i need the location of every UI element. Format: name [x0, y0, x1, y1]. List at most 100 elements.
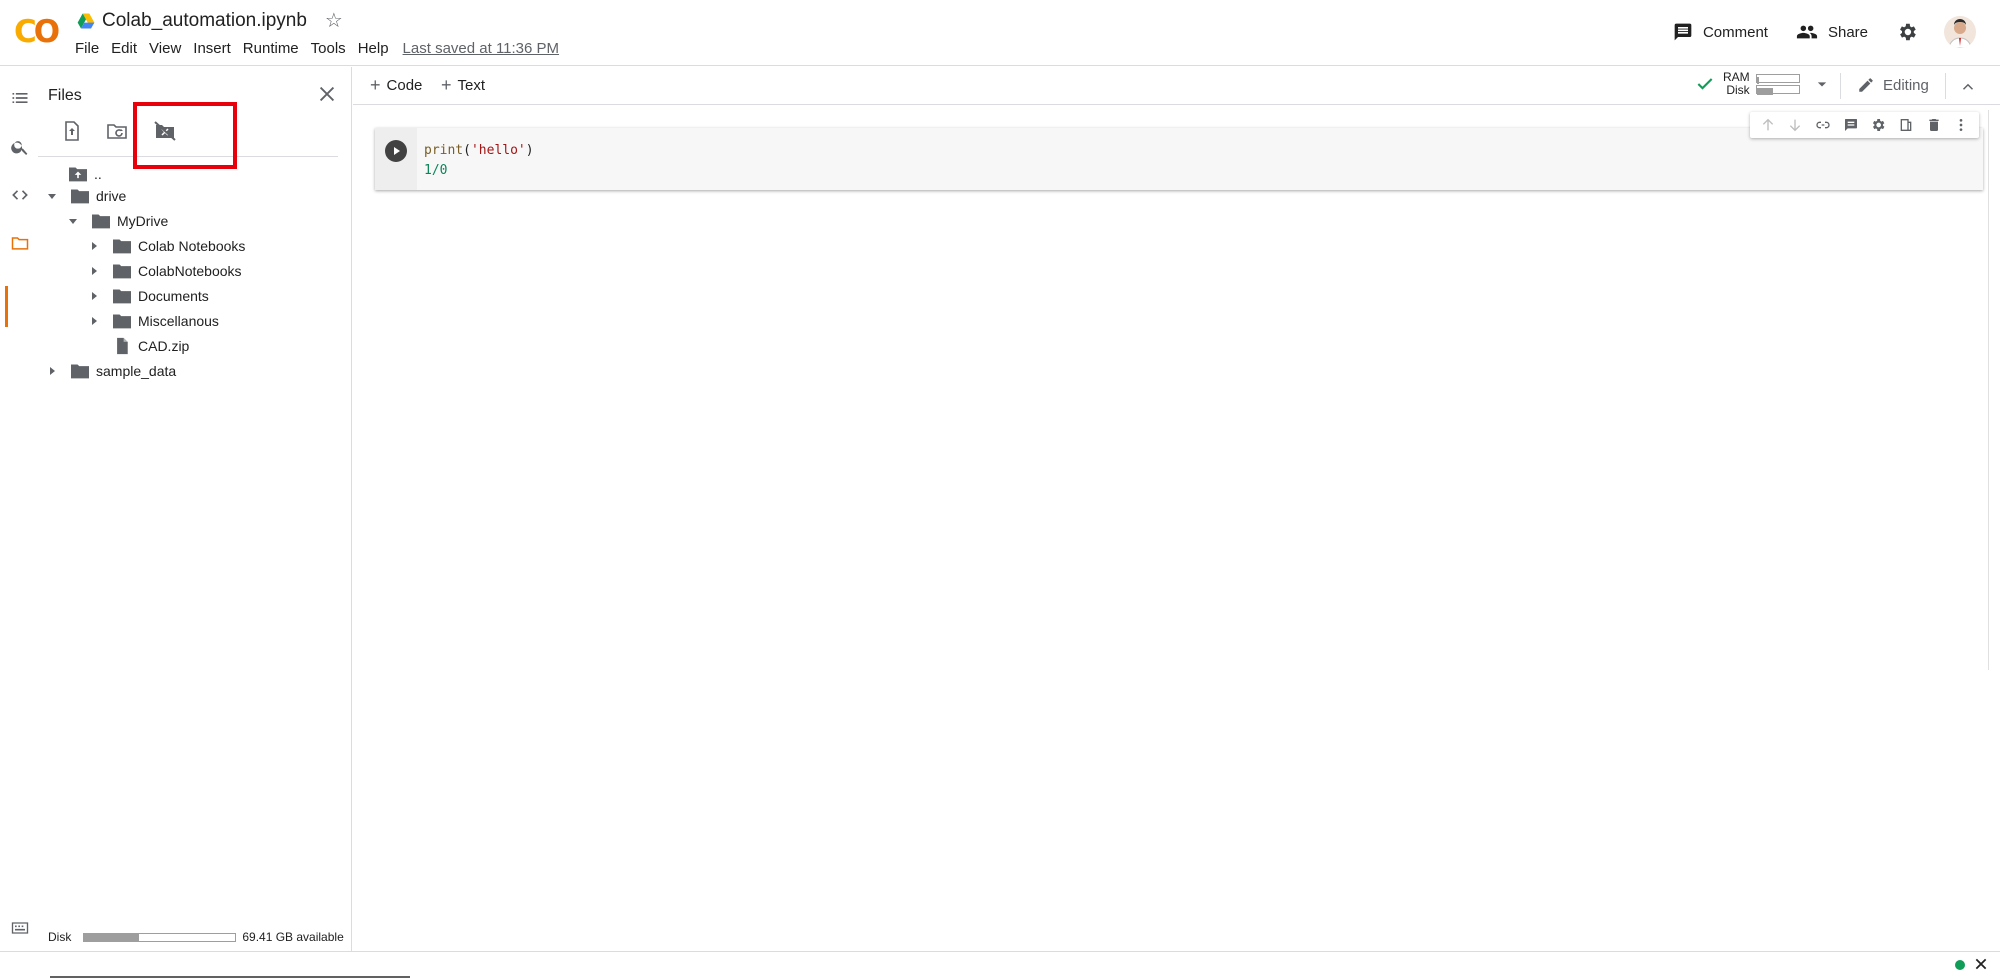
menu-tools[interactable]: Tools — [311, 40, 346, 57]
files-panel-title: Files — [48, 87, 82, 104]
tree-item-label: .. — [94, 166, 102, 182]
chevron-right-icon[interactable] — [46, 365, 58, 377]
code-line-2: 1/0 — [424, 163, 448, 178]
share-label: Share — [1827, 23, 1868, 41]
menu-runtime[interactable]: Runtime — [243, 40, 299, 57]
toolbar-divider — [1945, 73, 1946, 99]
code-snippets-icon[interactable] — [10, 185, 30, 205]
tree-item-label: drive — [96, 188, 127, 204]
ram-fill — [1756, 77, 1760, 84]
folder-icon — [92, 214, 110, 229]
tree-item-label: sample_data — [96, 363, 177, 379]
dropdown-arrow-icon[interactable] — [1812, 74, 1832, 94]
disk-label: Disk — [1726, 83, 1750, 97]
active-rail-indicator — [5, 286, 8, 327]
tree-item-drive[interactable]: drive — [46, 185, 126, 207]
tree-item-colabnotebooks[interactable]: ColabNotebooks — [88, 260, 242, 282]
disk-fill — [1756, 88, 1773, 95]
disk-usage: Disk 69.41 GB available — [48, 930, 344, 944]
comment-icon — [1674, 23, 1692, 41]
resource-labels: RAM Disk — [1723, 71, 1750, 97]
highlight-box — [133, 102, 237, 169]
more-vert-icon[interactable] — [1953, 117, 1969, 133]
disk-label: Disk — [48, 930, 72, 944]
tree-item-label: CAD.zip — [138, 338, 190, 354]
add-code-label: Code — [386, 77, 423, 94]
upload-file-icon[interactable] — [60, 119, 84, 143]
tree-item-label: Miscellanous — [138, 313, 219, 329]
editing-mode-button[interactable]: Editing — [1857, 76, 1929, 94]
resources-indicator[interactable]: RAM Disk — [1695, 71, 1832, 97]
plus-icon: + — [441, 75, 452, 95]
delete-icon[interactable] — [1926, 117, 1942, 133]
disk-bar — [1755, 85, 1800, 95]
chevron-right-icon[interactable] — [88, 265, 100, 277]
google-drive-icon[interactable] — [76, 11, 96, 31]
header-actions: Comment Share — [1673, 14, 2000, 50]
close-panel-icon[interactable] — [316, 83, 338, 105]
tree-item-documents[interactable]: Documents — [88, 285, 209, 307]
comment-button[interactable]: Comment — [1673, 22, 1768, 42]
code-token-function: print — [424, 143, 464, 158]
folder-icon — [113, 264, 131, 279]
comment-icon[interactable] — [1843, 117, 1859, 133]
search-icon[interactable] — [10, 137, 30, 157]
tree-item-label: Documents — [138, 288, 209, 304]
chevron-up-icon[interactable] — [1959, 78, 1977, 96]
share-button[interactable]: Share — [1796, 21, 1868, 43]
disk-usage-bar — [83, 932, 237, 942]
tree-item-mydrive[interactable]: MyDrive — [67, 210, 168, 232]
move-down-icon[interactable] — [1787, 117, 1803, 133]
refresh-folder-icon[interactable] — [105, 119, 129, 143]
code-editor[interactable]: print('hello') 1/0 — [424, 141, 534, 181]
notebook-toolbar: + Code + Text RAM Disk Editing — [353, 67, 2000, 105]
settings-gear-icon[interactable] — [1896, 21, 1918, 43]
tree-item-cad-zip[interactable]: CAD.zip — [112, 335, 189, 357]
folder-icon — [113, 314, 131, 329]
code-cell[interactable]: print('hello') 1/0 — [375, 128, 1983, 190]
plus-icon: + — [370, 75, 381, 95]
code-token-string: 'hello' — [470, 143, 526, 158]
run-cell-button[interactable] — [385, 140, 407, 162]
menu-help[interactable]: Help — [358, 40, 389, 57]
tree-item-parent[interactable]: .. — [68, 163, 102, 185]
status-bar — [0, 951, 2000, 978]
chevron-right-icon[interactable] — [88, 240, 100, 252]
tree-item-miscellanous[interactable]: Miscellanous — [88, 310, 219, 332]
settings-gear-icon[interactable] — [1870, 117, 1886, 133]
toolbar-divider — [1840, 73, 1841, 99]
user-avatar[interactable] — [1944, 16, 1976, 48]
code-token-paren: ) — [525, 143, 534, 158]
move-up-icon[interactable] — [1760, 117, 1776, 133]
menu-edit[interactable]: Edit — [111, 40, 137, 57]
last-saved-link[interactable]: Last saved at 11:36 PM — [403, 40, 559, 57]
notebook-title[interactable]: Colab_automation.ipynb — [102, 10, 307, 32]
star-icon[interactable]: ☆ — [325, 8, 343, 33]
table-of-contents-icon[interactable] — [10, 88, 30, 108]
tree-item-sample-data[interactable]: sample_data — [46, 360, 176, 382]
link-icon[interactable] — [1815, 117, 1831, 133]
mirror-cell-icon[interactable] — [1898, 117, 1914, 133]
chevron-right-icon[interactable] — [88, 315, 100, 327]
colab-logo[interactable]: CO — [14, 14, 60, 50]
add-text-button[interactable]: + Text — [441, 75, 485, 96]
menu-insert[interactable]: Insert — [193, 40, 231, 57]
cell-gutter — [375, 128, 417, 190]
chevron-down-icon[interactable] — [46, 190, 58, 202]
chevron-right-icon[interactable] — [88, 290, 100, 302]
menu-file[interactable]: File — [75, 40, 99, 57]
menu-view[interactable]: View — [149, 40, 181, 57]
notebook-scrollbar[interactable] — [1988, 110, 2000, 670]
add-text-label: Text — [457, 77, 486, 94]
close-icon[interactable] — [1974, 957, 1988, 971]
files-folder-icon[interactable] — [10, 233, 30, 253]
menu-bar: File Edit View Insert Runtime Tools Help… — [75, 40, 559, 57]
comment-label: Comment — [1702, 23, 1768, 41]
chevron-down-icon[interactable] — [67, 215, 79, 227]
connection-status-icon[interactable] — [1955, 960, 1965, 970]
tree-item-colab-notebooks[interactable]: Colab Notebooks — [88, 235, 245, 257]
files-panel: Files .. drive MyDrive Colab Notebooks C… — [38, 67, 352, 951]
ram-bar — [1755, 74, 1800, 84]
terminal-keyboard-icon[interactable] — [10, 918, 30, 938]
add-code-button[interactable]: + Code — [370, 75, 422, 96]
